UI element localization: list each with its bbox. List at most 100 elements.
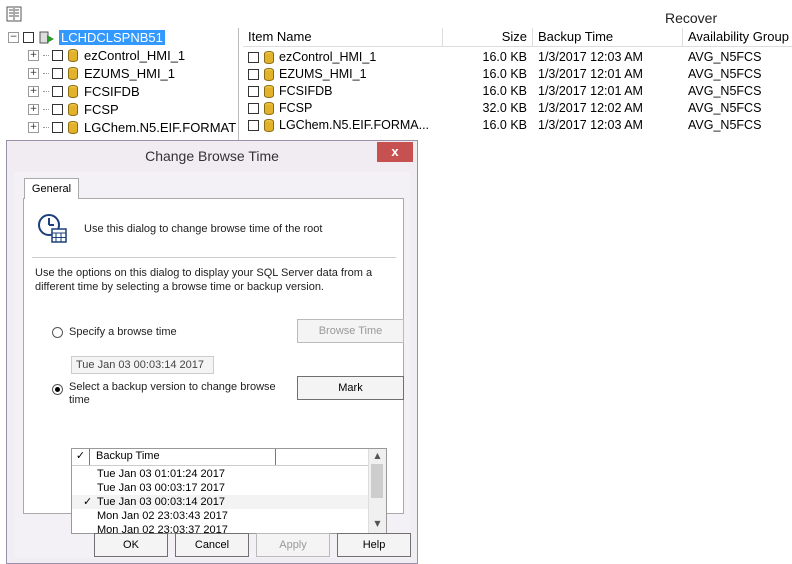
properties-icon[interactable] xyxy=(6,6,22,22)
item-backup-time: 1/3/2017 12:02 AM xyxy=(538,101,643,115)
collapse-icon[interactable]: − xyxy=(8,31,19,43)
expand-icon[interactable]: + xyxy=(28,85,39,97)
database-icon xyxy=(264,85,274,98)
item-size: 16.0 KB xyxy=(482,118,527,132)
expand-icon[interactable]: + xyxy=(28,103,39,115)
tree-item[interactable]: + FCSIFDB xyxy=(28,82,140,100)
expand-icon[interactable]: + xyxy=(28,49,39,61)
tree-item-checkbox[interactable] xyxy=(52,103,63,115)
divider xyxy=(32,257,396,258)
column-header-item-name[interactable]: Item Name xyxy=(243,28,443,46)
version-row-selected[interactable]: ✓ Tue Jan 03 00:03:14 2017 xyxy=(72,495,370,509)
database-tree[interactable]: − LCHDCLSPNB51 + ezControl_HMI_1 + EZUMS… xyxy=(0,28,238,143)
recover-title: Recover xyxy=(665,10,718,26)
dialog-info-text: Use this dialog to change browse time of… xyxy=(84,223,323,235)
dialog-titlebar[interactable]: Change Browse Time x xyxy=(7,141,417,171)
tab-general[interactable]: General xyxy=(24,178,79,199)
tree-item-label[interactable]: LGChem.N5.EIF.FORMAT xyxy=(84,120,236,135)
row-checkbox[interactable] xyxy=(248,69,259,80)
tree-item[interactable]: + FCSP xyxy=(28,100,119,118)
tree-item[interactable]: + ezControl_HMI_1 xyxy=(28,46,185,64)
browse-time-radio[interactable] xyxy=(52,327,63,338)
backup-version-radio[interactable] xyxy=(52,384,63,395)
item-size: 16.0 KB xyxy=(482,84,527,98)
dialog-description: Use the options on this dialog to displa… xyxy=(35,267,373,293)
tree-root-label[interactable]: LCHDCLSPNB51 xyxy=(59,29,165,45)
version-row[interactable]: Tue Jan 03 01:01:24 2017 xyxy=(72,467,370,481)
browse-time-field[interactable]: Tue Jan 03 00:03:14 2017 xyxy=(71,356,214,374)
item-size: 32.0 KB xyxy=(482,101,527,115)
tree-item-checkbox[interactable] xyxy=(52,121,63,133)
item-name: ezControl_HMI_1 xyxy=(279,50,377,64)
item-availability-group: AVG_N5FCS xyxy=(688,50,762,64)
item-backup-time: 1/3/2017 12:03 AM xyxy=(538,50,643,64)
database-icon xyxy=(264,51,274,64)
scroll-thumb[interactable] xyxy=(371,464,383,498)
version-time: Tue Jan 03 01:01:24 2017 xyxy=(97,468,226,480)
help-button[interactable]: Help xyxy=(337,533,411,557)
list-row[interactable]: EZUMS_HMI_1 16.0 KB 1/3/2017 12:01 AM AV… xyxy=(243,66,792,83)
version-row[interactable]: Tue Jan 03 00:03:17 2017 xyxy=(72,481,370,495)
row-checkbox[interactable] xyxy=(248,52,259,63)
list-row[interactable]: ezControl_HMI_1 16.0 KB 1/3/2017 12:03 A… xyxy=(243,49,792,66)
row-checkbox[interactable] xyxy=(248,86,259,97)
browse-time-button[interactable]: Browse Time xyxy=(297,319,404,343)
backup-time-column-header[interactable]: Backup Time xyxy=(90,449,276,465)
backup-version-radio-label[interactable]: Select a backup version to change browse… xyxy=(69,381,279,407)
tree-item-label[interactable]: EZUMS_HMI_1 xyxy=(84,66,175,81)
database-icon xyxy=(264,68,274,81)
version-time: Tue Jan 03 00:03:14 2017 xyxy=(97,496,226,508)
item-name: LGChem.N5.EIF.FORMA... xyxy=(279,118,430,132)
tree-root[interactable]: − LCHDCLSPNB51 xyxy=(8,28,165,46)
apply-button[interactable]: Apply xyxy=(256,533,330,557)
version-time: Tue Jan 03 00:03:17 2017 xyxy=(97,482,226,494)
database-icon xyxy=(68,84,78,98)
row-checkbox[interactable] xyxy=(248,120,259,131)
tree-item-label[interactable]: FCSIFDB xyxy=(84,84,140,99)
clock-calendar-icon xyxy=(38,214,67,243)
tree-item[interactable]: + EZUMS_HMI_1 xyxy=(28,64,175,82)
ok-button[interactable]: OK xyxy=(94,533,168,557)
backup-version-grid[interactable]: ✓ Backup Time Tue Jan 03 01:01:24 2017 T… xyxy=(71,448,387,534)
close-button[interactable]: x xyxy=(377,142,413,162)
database-icon xyxy=(68,120,78,134)
empty-column-header[interactable] xyxy=(276,449,370,465)
scroll-down-icon[interactable]: ▼ xyxy=(369,517,386,531)
tree-item-checkbox[interactable] xyxy=(52,67,63,79)
row-checkbox[interactable] xyxy=(248,103,259,114)
tree-item-label[interactable]: ezControl_HMI_1 xyxy=(84,48,185,63)
list-row[interactable]: LGChem.N5.EIF.FORMA... 16.0 KB 1/3/2017 … xyxy=(243,117,792,134)
mark-button[interactable]: Mark xyxy=(297,376,404,400)
expand-icon[interactable]: + xyxy=(28,121,39,133)
tree-item-checkbox[interactable] xyxy=(52,49,63,61)
column-header-size[interactable]: Size xyxy=(443,28,533,46)
column-header-availability-group[interactable]: Availability Group xyxy=(683,28,792,46)
item-availability-group: AVG_N5FCS xyxy=(688,118,762,132)
cancel-button[interactable]: Cancel xyxy=(175,533,249,557)
item-name: FCSP xyxy=(279,101,313,115)
tree-item-label[interactable]: FCSP xyxy=(84,102,119,117)
database-icon xyxy=(264,119,274,132)
column-header-backup-time[interactable]: Backup Time xyxy=(533,28,683,46)
item-name: EZUMS_HMI_1 xyxy=(279,67,367,81)
scroll-up-icon[interactable]: ▲ xyxy=(369,449,386,463)
version-time: Mon Jan 02 23:03:43 2017 xyxy=(97,510,228,522)
item-availability-group: AVG_N5FCS xyxy=(688,84,762,98)
item-backup-time: 1/3/2017 12:01 AM xyxy=(538,67,643,81)
browse-time-radio-label[interactable]: Specify a browse time xyxy=(69,326,177,339)
server-icon xyxy=(39,31,54,44)
grid-scrollbar[interactable]: ▲ ▼ xyxy=(368,449,386,533)
item-name: FCSIFDB xyxy=(279,84,333,98)
root-checkbox[interactable] xyxy=(23,31,34,43)
tree-item[interactable]: + LGChem.N5.EIF.FORMAT xyxy=(28,118,236,136)
list-row[interactable]: FCSIFDB 16.0 KB 1/3/2017 12:01 AM AVG_N5… xyxy=(243,83,792,100)
pane-splitter[interactable] xyxy=(238,28,239,144)
check-column-header[interactable]: ✓ xyxy=(72,449,90,465)
version-check-icon: ✓ xyxy=(83,496,93,508)
expand-icon[interactable]: + xyxy=(28,67,39,79)
version-row[interactable]: Mon Jan 02 23:03:43 2017 xyxy=(72,509,370,523)
dialog-title: Change Browse Time xyxy=(145,148,279,164)
list-row[interactable]: FCSP 32.0 KB 1/3/2017 12:02 AM AVG_N5FCS xyxy=(243,100,792,117)
general-tab-panel: Use this dialog to change browse time of… xyxy=(23,198,404,534)
tree-item-checkbox[interactable] xyxy=(52,85,63,97)
